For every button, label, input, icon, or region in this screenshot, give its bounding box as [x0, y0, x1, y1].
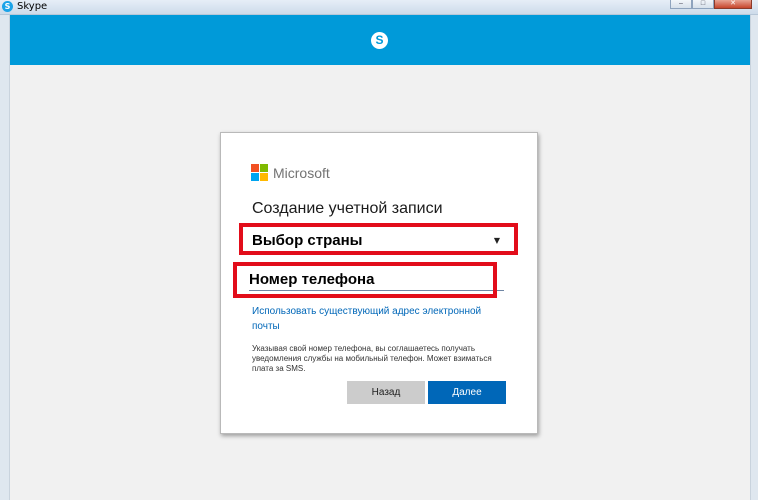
country-select-label: Выбор страны	[252, 232, 363, 249]
country-select[interactable]: Выбор страны ▼	[250, 231, 510, 254]
maximize-button[interactable]: □	[692, 0, 714, 9]
back-button[interactable]: Назад	[347, 381, 425, 404]
use-email-link[interactable]: Использовать существующий адрес электрон…	[252, 304, 492, 334]
page-title: Создание учетной записи	[252, 200, 443, 217]
window-titlebar: S Skype – □ ✕	[0, 0, 758, 15]
close-button[interactable]: ✕	[714, 0, 752, 9]
window-controls: – □ ✕	[670, 0, 752, 9]
sms-disclaimer: Указывая свой номер телефона, вы соглаша…	[252, 344, 492, 373]
microsoft-logo: Microsoft	[251, 164, 330, 181]
chevron-down-icon: ▼	[493, 236, 500, 245]
minimize-button[interactable]: –	[670, 0, 692, 9]
next-button[interactable]: Далее	[428, 381, 506, 404]
skype-logo-icon: S	[371, 32, 388, 49]
window-title: Skype	[17, 1, 48, 12]
skype-app-icon: S	[2, 1, 13, 12]
microsoft-wordmark: Microsoft	[273, 164, 330, 181]
signup-dialog: Microsoft Создание учетной записи Выбор …	[220, 132, 538, 434]
skype-header: S	[10, 15, 750, 65]
microsoft-squares-icon	[251, 164, 268, 181]
phone-number-input[interactable]	[249, 269, 504, 291]
